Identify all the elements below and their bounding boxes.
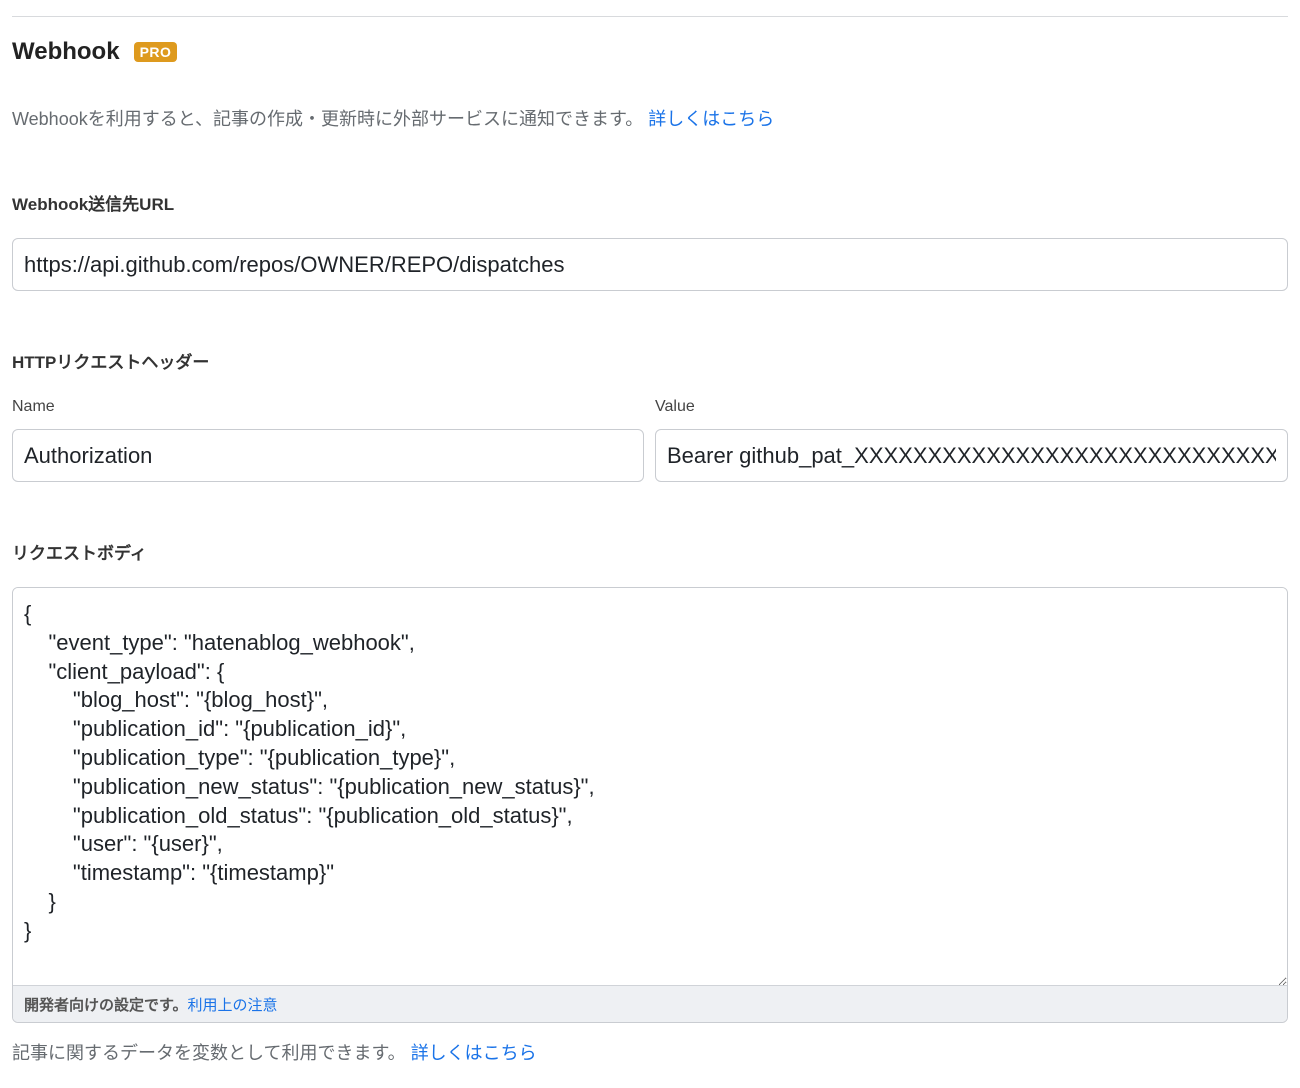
section-divider — [12, 16, 1288, 17]
header-value-input[interactable] — [655, 429, 1288, 482]
request-body-footer: 開発者向けの設定です。 利用上の注意 — [13, 985, 1287, 1022]
header-value-label: Value — [655, 398, 695, 415]
developer-note: 開発者向けの設定です。 — [24, 996, 188, 1014]
url-label: Webhook送信先URL — [12, 195, 175, 214]
section-header: Webhook PRO — [12, 38, 178, 66]
variables-help: 記事に関するデータを変数として利用できます。 詳しくはこちら — [12, 1039, 537, 1065]
request-body-editor: { "event_type": "hatenablog_webhook", "c… — [12, 587, 1288, 1023]
learn-more-link[interactable]: 詳しくはこちら — [648, 109, 774, 129]
headers-label: HTTPリクエストヘッダー — [12, 353, 210, 372]
variables-help-text: 記事に関するデータを変数として利用できます。 — [12, 1043, 406, 1063]
usage-notes-link[interactable]: 利用上の注意 — [188, 994, 278, 1015]
header-name-label: Name — [12, 398, 55, 415]
pro-badge: PRO — [133, 42, 178, 62]
variables-learn-more-link[interactable]: 詳しくはこちら — [411, 1043, 537, 1063]
request-body-textarea[interactable]: { "event_type": "hatenablog_webhook", "c… — [13, 588, 1287, 986]
section-description: Webhookを利用すると、記事の作成・更新時に外部サービスに通知できます。 詳… — [12, 105, 774, 131]
section-title: Webhook — [12, 38, 120, 65]
header-name-input[interactable] — [12, 429, 644, 482]
description-text: Webhookを利用すると、記事の作成・更新時に外部サービスに通知できます。 — [12, 109, 644, 129]
request-body-label: リクエストボディ — [12, 544, 147, 563]
webhook-url-input[interactable] — [12, 238, 1288, 291]
